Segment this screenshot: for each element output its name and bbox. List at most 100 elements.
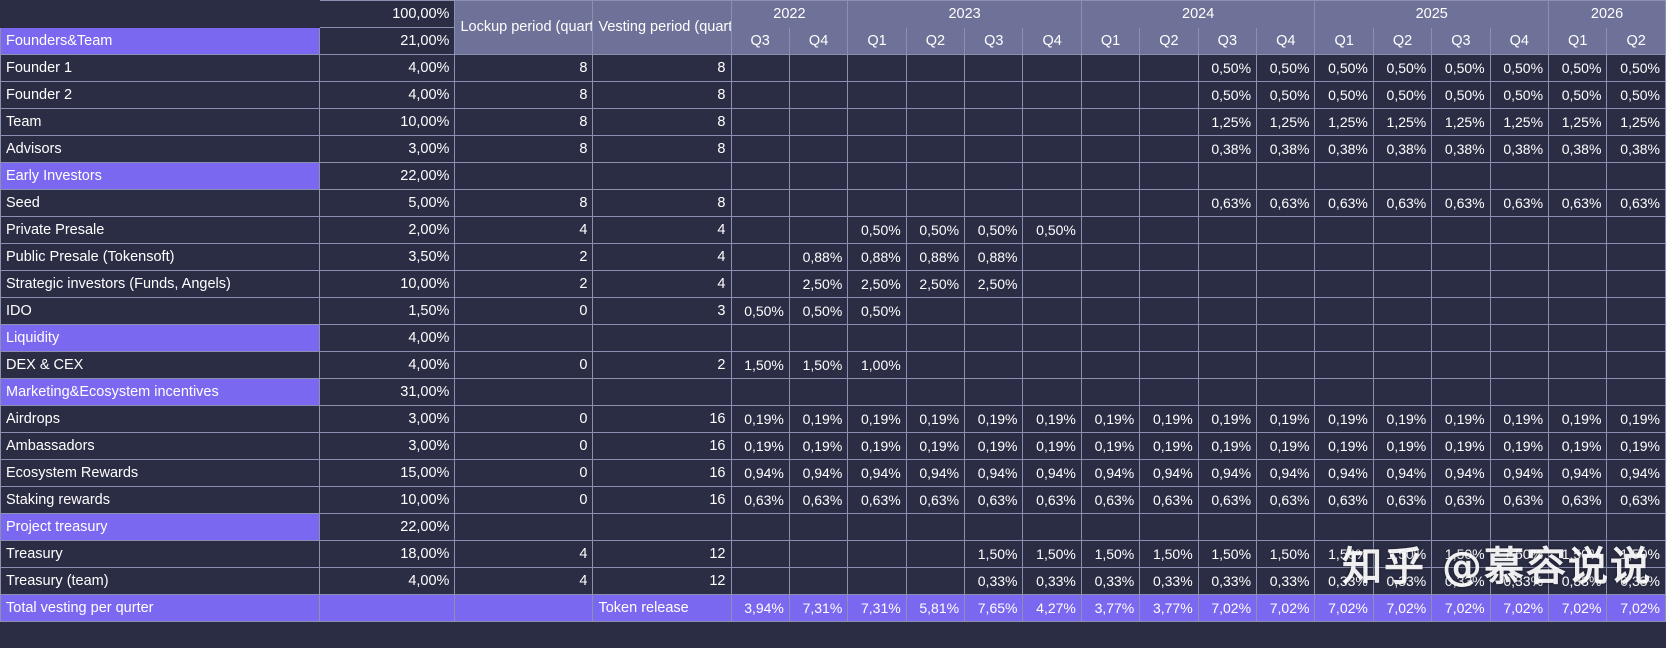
row-allocation: 4,00% — [318, 81, 456, 109]
quarter-cell — [1022, 81, 1082, 109]
vesting-table: 100,00% Lockup period (quarters) Vesting… — [0, 0, 1666, 622]
header-category-founders: Founders&Team — [0, 27, 320, 55]
header-quarter: Q4 — [1022, 27, 1082, 55]
total-quarter-cell: 7,02% — [1314, 594, 1374, 622]
quarter-cell: 0,38% — [1431, 135, 1491, 163]
quarter-cell — [1256, 378, 1316, 406]
quarter-cell — [730, 540, 790, 568]
quarter-cell: 0,33% — [1080, 567, 1141, 595]
quarter-cell — [1080, 189, 1141, 217]
quarter-cell: 0,63% — [1080, 486, 1141, 514]
row-allocation: 15,00% — [318, 459, 456, 487]
quarter-cell: 0,33% — [1197, 567, 1258, 595]
quarter-cell — [730, 324, 790, 352]
quarter-cell — [905, 162, 966, 190]
total-row-label: Total vesting per qurter — [0, 594, 320, 622]
quarter-cell — [1314, 270, 1374, 298]
quarter-cell — [1022, 378, 1082, 406]
quarter-cell — [730, 378, 790, 406]
quarter-cell: 0,94% — [1197, 459, 1258, 487]
quarter-cell — [1080, 513, 1141, 541]
quarter-cell: 0,33% — [1489, 567, 1550, 595]
quarter-cell — [1372, 378, 1433, 406]
quarter-cell: 0,19% — [730, 432, 790, 460]
quarter-cell — [1139, 108, 1199, 136]
quarter-cell: 0,50% — [1256, 54, 1316, 82]
category-label: Project treasury — [0, 513, 320, 541]
quarter-cell — [1197, 216, 1258, 244]
total-quarter-cell: 7,02% — [1197, 594, 1258, 622]
quarter-cell — [1489, 378, 1550, 406]
quarter-cell: 0,94% — [788, 459, 849, 487]
quarter-cell — [1489, 270, 1550, 298]
quarter-cell — [788, 567, 849, 595]
quarter-cell: 0,19% — [1022, 432, 1082, 460]
row-lockup-period: 0 — [454, 405, 594, 433]
quarter-cell — [905, 378, 966, 406]
quarter-cell — [1197, 351, 1258, 379]
quarter-cell — [964, 189, 1024, 217]
quarter-cell: 0,19% — [1372, 405, 1433, 433]
row-vesting-period: 16 — [592, 405, 732, 433]
row-allocation: 22,00% — [318, 513, 456, 541]
quarter-cell — [847, 189, 907, 217]
quarter-cell — [1256, 243, 1316, 271]
quarter-cell — [1606, 162, 1666, 190]
header-quarter: Q3 — [730, 27, 790, 55]
quarter-cell: 0,63% — [1548, 189, 1608, 217]
total-quarter-cell: 7,02% — [1606, 594, 1666, 622]
header-row-quarters: Founders&Team 21,00% Q3 Q4 Q1 Q2 Q3 Q4 Q1 Q2 Q3 Q… — [0, 27, 1666, 55]
quarter-cell — [1080, 297, 1141, 325]
quarter-cell — [1139, 513, 1199, 541]
quarter-cell — [847, 81, 907, 109]
row-label: Team — [0, 108, 320, 136]
quarter-cell — [1314, 216, 1374, 244]
quarter-cell — [1080, 81, 1141, 109]
table-row: Treasury 18,00% 4 12 1,50% 1,50% 1,50% 1,50% 1,5… — [0, 540, 1666, 568]
quarter-cell — [788, 162, 849, 190]
header-year-2026: 2026 — [1548, 0, 1666, 28]
row-lockup-period: 4 — [454, 216, 594, 244]
quarter-cell — [1022, 243, 1082, 271]
quarter-cell: 0,33% — [1372, 567, 1433, 595]
quarter-cell: 0,88% — [847, 243, 907, 271]
row-vesting-period: 16 — [592, 486, 732, 514]
row-allocation: 10,00% — [318, 486, 456, 514]
quarter-cell — [1022, 135, 1082, 163]
quarter-cell — [1431, 378, 1491, 406]
token-release-label: Token release — [592, 594, 732, 622]
quarter-cell — [1372, 324, 1433, 352]
quarter-cell: 0,50% — [964, 216, 1024, 244]
header-quarter: Q2 — [1372, 27, 1433, 55]
table-row: Seed 5,00% 8 8 0,63% 0,63% 0,63% 0,63% 0,63% 0,63… — [0, 189, 1666, 217]
quarter-cell — [1022, 324, 1082, 352]
quarter-cell — [1431, 324, 1491, 352]
quarter-cell: 0,63% — [1139, 486, 1199, 514]
category-row: Project treasury 22,00% — [0, 513, 1666, 541]
header-quarter: Q1 — [1080, 27, 1141, 55]
quarter-cell — [847, 378, 907, 406]
row-lockup-period: 8 — [454, 108, 594, 136]
quarter-cell: 0,50% — [1372, 54, 1433, 82]
table-row: Ecosystem Rewards 15,00% 0 16 0,94% 0,94% 0,94… — [0, 459, 1666, 487]
quarter-cell: 0,50% — [905, 216, 966, 244]
row-allocation: 3,00% — [318, 135, 456, 163]
quarter-cell — [964, 378, 1024, 406]
quarter-cell — [964, 81, 1024, 109]
table-row: Founder 1 4,00% 8 8 0,50% 0,50% 0,50% 0,50% 0,50… — [0, 54, 1666, 82]
quarter-cell: 0,33% — [1022, 567, 1082, 595]
row-allocation: 18,00% — [318, 540, 456, 568]
quarter-cell: 0,63% — [1372, 486, 1433, 514]
row-label: Ecosystem Rewards — [0, 459, 320, 487]
quarter-cell — [1022, 351, 1082, 379]
quarter-cell — [1606, 513, 1666, 541]
quarter-cell — [1489, 216, 1550, 244]
table-row: Private Presale 2,00% 4 4 0,50% 0,50% 0,50% 0,5… — [0, 216, 1666, 244]
quarter-cell — [1080, 216, 1141, 244]
quarter-cell — [1606, 216, 1666, 244]
quarter-cell — [1197, 378, 1258, 406]
quarter-cell: 1,50% — [1431, 540, 1491, 568]
quarter-cell: 0,50% — [847, 216, 907, 244]
total-row-lockup — [454, 594, 594, 622]
table-row: Team 10,00% 8 8 1,25% 1,25% 1,25% 1,25% 1,25% 1,2… — [0, 108, 1666, 136]
